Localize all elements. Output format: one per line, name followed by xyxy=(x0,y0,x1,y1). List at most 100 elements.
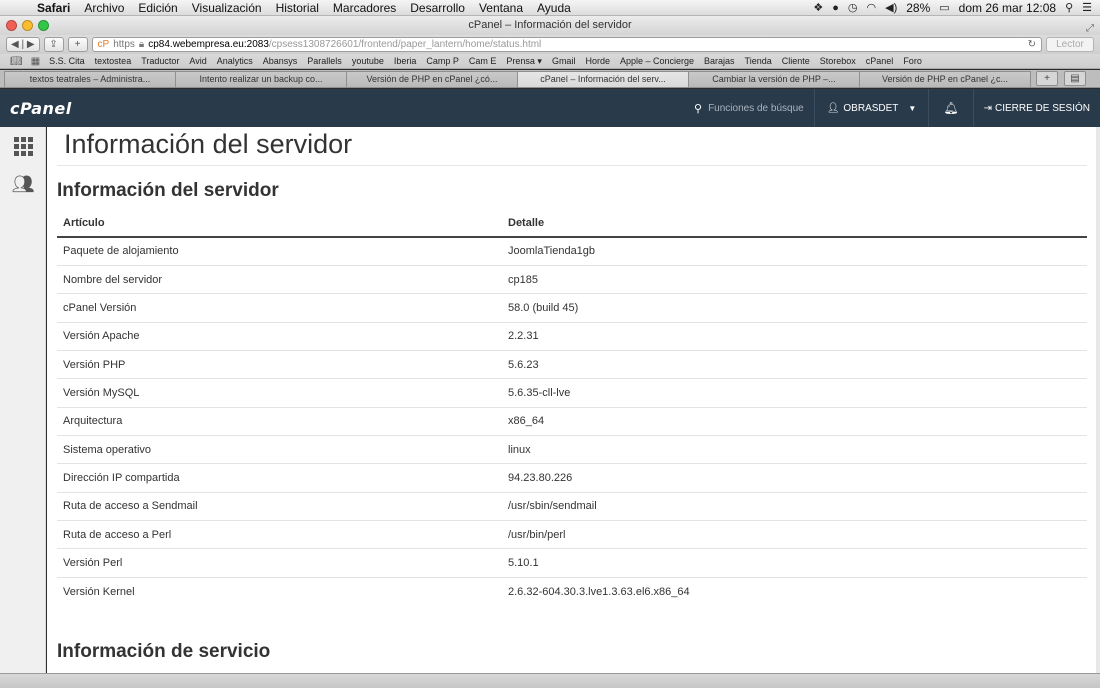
menu-archivo[interactable]: Archivo xyxy=(77,1,131,15)
username: OBRASDET xyxy=(843,102,899,114)
bookmark[interactable]: Cam E xyxy=(464,56,502,66)
browser-toolbar: ◀ | ▶ ⇪ + cP https 🔒︎ cp84.webempresa.eu… xyxy=(0,35,1100,54)
notification-center-icon[interactable]: ☰ xyxy=(1082,1,1092,14)
table-row: Versión MySQL 5.6.35-cll-lve xyxy=(57,378,1087,408)
bookmark[interactable]: Camp P xyxy=(421,56,464,66)
battery-icon[interactable]: ▭ xyxy=(939,1,949,14)
menu-ventana[interactable]: Ventana xyxy=(472,1,530,15)
row-detail: 2.2.31 xyxy=(502,321,1087,351)
back-button[interactable]: ◀ | ▶ xyxy=(6,37,40,52)
window-titlebar: cPanel – Información del servidor ⤢ xyxy=(0,16,1100,35)
new-tab-button[interactable]: + xyxy=(67,37,88,52)
bookmark[interactable]: cPanel xyxy=(861,56,899,66)
timemachine-icon[interactable]: ◷ xyxy=(848,1,858,14)
browser-tab[interactable]: Versión de PHP en cPanel ¿có... xyxy=(346,71,518,87)
top-sites-icon[interactable]: ▦ xyxy=(27,56,44,67)
row-detail: 5.10.1 xyxy=(502,548,1087,578)
bookmark[interactable]: Abansys xyxy=(258,56,303,66)
bookmark[interactable]: Cliente xyxy=(777,56,815,66)
row-detail: 94.23.80.226 xyxy=(502,463,1087,493)
bookmark[interactable]: Analytics xyxy=(212,56,258,66)
share-button[interactable]: ⇪ xyxy=(43,37,64,52)
add-tab-button[interactable]: + xyxy=(1036,71,1058,86)
table-row: Paquete de alojamiento JoomlaTienda1gb xyxy=(57,236,1087,266)
tab-overview-button[interactable]: ▤ xyxy=(1064,71,1086,86)
status-icon[interactable]: ● xyxy=(832,2,839,14)
clock[interactable]: dom 26 mar 12:08 xyxy=(959,1,1056,15)
menu-visualizacion[interactable]: Visualización xyxy=(185,1,269,15)
table-header-row: Artículo Detalle xyxy=(57,209,1087,238)
lock-icon: 🔒︎ xyxy=(138,39,145,50)
bookmark[interactable]: Horde xyxy=(580,56,615,66)
volume-icon[interactable]: ◀) xyxy=(885,1,897,14)
user-icon: 👤︎ xyxy=(826,102,840,114)
feature-search[interactable]: ⚲ Funciones de búsque xyxy=(684,102,814,115)
row-detail: 58.0 (build 45) xyxy=(502,293,1087,323)
section-title-service-info: Información de servicio xyxy=(57,641,271,662)
dropbox-icon[interactable]: ❖ xyxy=(813,1,823,14)
users-icon[interactable]: 👥︎ xyxy=(0,165,46,203)
search-input[interactable]: Funciones de búsque xyxy=(708,103,804,114)
reload-icon[interactable]: ↻ xyxy=(1028,39,1036,50)
browser-tab[interactable]: Versión de PHP en cPanel ¿c... xyxy=(859,71,1031,87)
logout-icon: ⇥ xyxy=(983,102,992,114)
menu-marcadores[interactable]: Marcadores xyxy=(326,1,403,15)
table-row: Ruta de acceso a Perl/usr/bin/perl xyxy=(57,519,1087,549)
logout-button[interactable]: ⇥ CIERRE DE SESIÓN xyxy=(972,89,1100,127)
window-minimize-button[interactable] xyxy=(22,20,33,31)
bookmark[interactable]: textostea xyxy=(90,56,137,66)
bookmark[interactable]: Avid xyxy=(184,56,211,66)
bookmark[interactable]: youtube xyxy=(347,56,389,66)
bookmark[interactable]: Gmail xyxy=(547,56,581,66)
address-bar[interactable]: cP https 🔒︎ cp84.webempresa.eu:2083/cpse… xyxy=(91,37,1042,52)
row-detail: 5.6.35-cll-lve xyxy=(502,378,1087,408)
user-menu[interactable]: 👤︎ OBRASDET ▼ xyxy=(813,89,929,127)
bookmark[interactable]: Prensa ▾ xyxy=(501,56,547,67)
bookmark[interactable]: Storebox xyxy=(815,56,861,66)
menu-ayuda[interactable]: Ayuda xyxy=(530,1,578,15)
row-item: Ruta de acceso a Sendmail xyxy=(57,491,502,521)
menu-safari[interactable]: Safari xyxy=(30,1,77,15)
bookmark[interactable]: Barajas xyxy=(699,56,740,66)
bookmark[interactable]: Foro xyxy=(898,56,927,66)
mac-menu-bar: Safari Archivo Edición Visualización His… xyxy=(0,0,1100,16)
table-row: Nombre del servidor cp185 xyxy=(57,264,1087,294)
browser-tab[interactable]: Intento realizar un backup co... xyxy=(175,71,347,87)
bookmark[interactable]: Iberia xyxy=(389,56,422,66)
reading-list-icon[interactable]: 📖︎ xyxy=(6,56,27,67)
reader-button[interactable]: Lector xyxy=(1046,37,1094,52)
table-row: Sistema operativo linux xyxy=(57,434,1087,464)
home-grid-icon[interactable] xyxy=(0,127,46,165)
site-favicon-icon: cP xyxy=(97,39,110,50)
window-bottom-bar xyxy=(0,673,1100,688)
browser-tab[interactable]: Cambiar la versión de PHP –... xyxy=(688,71,860,87)
page-title: Información del servidor xyxy=(64,129,353,159)
bookmark[interactable]: Apple – Concierge xyxy=(615,56,699,66)
logout-label: CIERRE DE SESIÓN xyxy=(994,102,1090,114)
table-row: Versión PHP 5.6.23 xyxy=(57,349,1087,379)
table-row: Versión Apache 2.2.31 xyxy=(57,321,1087,351)
row-item: Versión Perl xyxy=(57,548,502,578)
row-item: Versión MySQL xyxy=(57,378,502,408)
window-zoom-button[interactable] xyxy=(38,20,49,31)
spotlight-icon[interactable]: ⚲ xyxy=(1065,1,1073,14)
notifications-bell-icon[interactable]: 🔔︎ xyxy=(928,89,972,127)
scrollbar-track[interactable] xyxy=(1096,127,1100,673)
menu-historial[interactable]: Historial xyxy=(269,1,326,15)
bookmark[interactable]: Tienda xyxy=(740,56,777,66)
column-header: Detalle xyxy=(502,209,1087,238)
menu-desarrollo[interactable]: Desarrollo xyxy=(403,1,472,15)
row-item: Arquitectura xyxy=(57,406,502,436)
cpanel-logo[interactable]: cPanel xyxy=(0,99,72,118)
tab-bar: textos teatrales – Administra... Intento… xyxy=(0,70,1100,88)
wifi-icon[interactable]: ◠ xyxy=(867,1,877,14)
row-detail: 2.6.32-604.30.3.lve1.3.63.el6.x86_64 xyxy=(502,576,1087,606)
browser-tab-active[interactable]: cPanel – Información del serv... xyxy=(517,71,689,87)
window-close-button[interactable] xyxy=(6,20,17,31)
bookmark[interactable]: Parallels xyxy=(302,56,347,66)
window-title: cPanel – Información del servidor xyxy=(468,19,632,31)
bookmark[interactable]: Traductor xyxy=(136,56,184,66)
browser-tab[interactable]: textos teatrales – Administra... xyxy=(4,71,176,87)
menu-edicion[interactable]: Edición xyxy=(131,1,184,15)
bookmark[interactable]: S.S. Cita xyxy=(44,56,90,66)
